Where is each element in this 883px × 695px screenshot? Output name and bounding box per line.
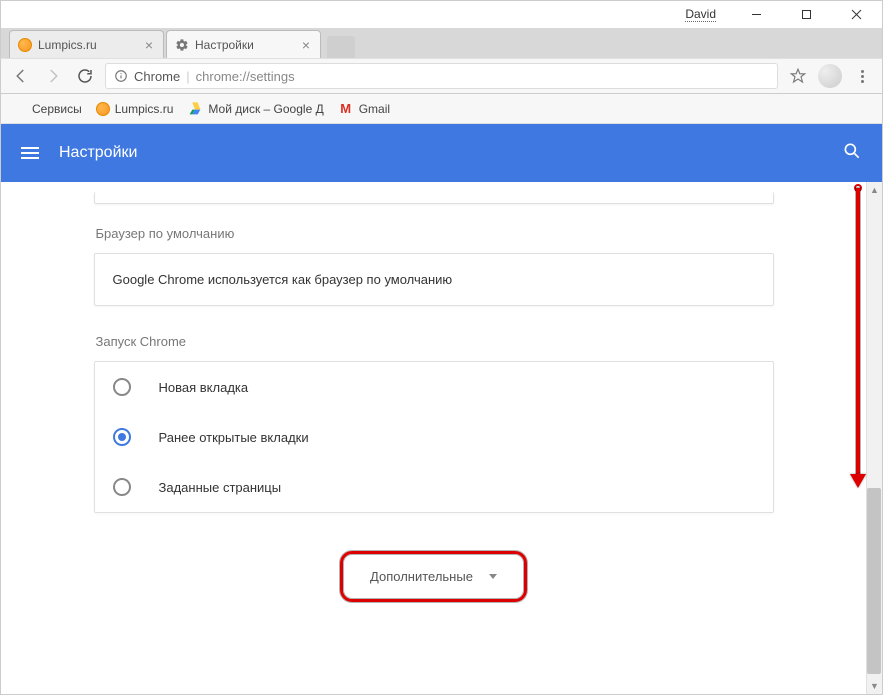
nav-reload-button[interactable] [73,64,97,88]
bookmark-label: Gmail [359,102,390,116]
info-icon [114,69,128,83]
address-bar: Chrome | chrome://settings [0,58,883,94]
bookmark-gmail[interactable]: M Gmail [338,101,390,117]
startup-option-label: Новая вкладка [159,380,249,395]
tab-label: Lumpics.ru [38,38,97,52]
startup-option-new-tab[interactable]: Новая вкладка [95,362,773,412]
startup-option-continue[interactable]: Ранее открытые вкладки [95,412,773,462]
window-user-label[interactable]: David [685,7,716,22]
settings-menu-button[interactable] [21,147,39,159]
bookmark-star-button[interactable] [786,64,810,88]
omnibox-origin: Chrome [134,69,180,84]
lumpics-favicon-icon [18,38,32,52]
advanced-label: Дополнительные [370,569,473,584]
radio-icon [113,428,131,446]
settings-search-button[interactable] [842,141,862,166]
default-browser-card: Google Chrome используется как браузер п… [94,253,774,306]
window-maximize-button[interactable] [786,4,826,26]
tab-label: Настройки [195,38,254,52]
settings-header: Настройки [0,124,883,182]
previous-card-bottom [94,192,774,204]
scroll-down-button[interactable]: ▼ [867,678,882,694]
advanced-toggle-button[interactable]: Дополнительные [348,559,519,594]
bookmark-label: Lumpics.ru [115,102,174,116]
bookmark-drive[interactable]: Мой диск – Google Д [187,101,323,117]
startup-option-label: Ранее открытые вкладки [159,430,309,445]
radio-icon [113,378,131,396]
bookmark-label: Сервисы [32,102,82,116]
profile-avatar[interactable] [818,64,842,88]
section-title-startup: Запуск Chrome [96,334,774,349]
scrollbar-thumb[interactable] [867,488,881,674]
google-drive-icon [187,101,203,117]
chrome-menu-button[interactable] [850,64,874,88]
gmail-icon: M [338,101,354,117]
tab-lumpics[interactable]: Lumpics.ru × [9,30,164,58]
bookmark-lumpics[interactable]: Lumpics.ru [96,102,174,116]
tab-strip: Lumpics.ru × Настройки × [0,28,883,58]
nav-forward-button[interactable] [41,64,65,88]
startup-option-label: Заданные страницы [159,480,282,495]
startup-option-specific-pages[interactable]: Заданные страницы [95,462,773,512]
window-minimize-button[interactable] [736,4,776,26]
section-title-default-browser: Браузер по умолчанию [96,226,774,241]
radio-icon [113,478,131,496]
apps-grid-icon [11,101,27,117]
tab-close-icon[interactable]: × [143,37,155,53]
bookmark-label: Мой диск – Google Д [208,102,323,116]
window-close-button[interactable] [836,4,876,26]
default-browser-text: Google Chrome используется как браузер п… [95,254,773,305]
omnibox[interactable]: Chrome | chrome://settings [105,63,778,89]
vertical-scrollbar[interactable]: ▲ ▼ [866,182,882,694]
gear-favicon-icon [175,38,189,52]
tab-close-icon[interactable]: × [300,37,312,53]
bookmarks-bar: Сервисы Lumpics.ru Мой диск – Google Д M… [0,94,883,124]
settings-title: Настройки [59,144,137,162]
lumpics-favicon-icon [96,102,110,116]
startup-card: Новая вкладка Ранее открытые вкладки Зад… [94,361,774,513]
omnibox-separator: | [186,69,189,84]
settings-content: Браузер по умолчанию Google Chrome испол… [0,182,883,695]
window-titlebar: David [0,0,883,28]
nav-back-button[interactable] [9,64,33,88]
new-tab-button[interactable] [327,36,355,58]
tab-settings[interactable]: Настройки × [166,30,321,58]
caret-down-icon [489,574,497,579]
scroll-up-button[interactable]: ▲ [867,182,882,198]
omnibox-url: chrome://settings [196,69,295,84]
bookmark-apps[interactable]: Сервисы [11,101,82,117]
